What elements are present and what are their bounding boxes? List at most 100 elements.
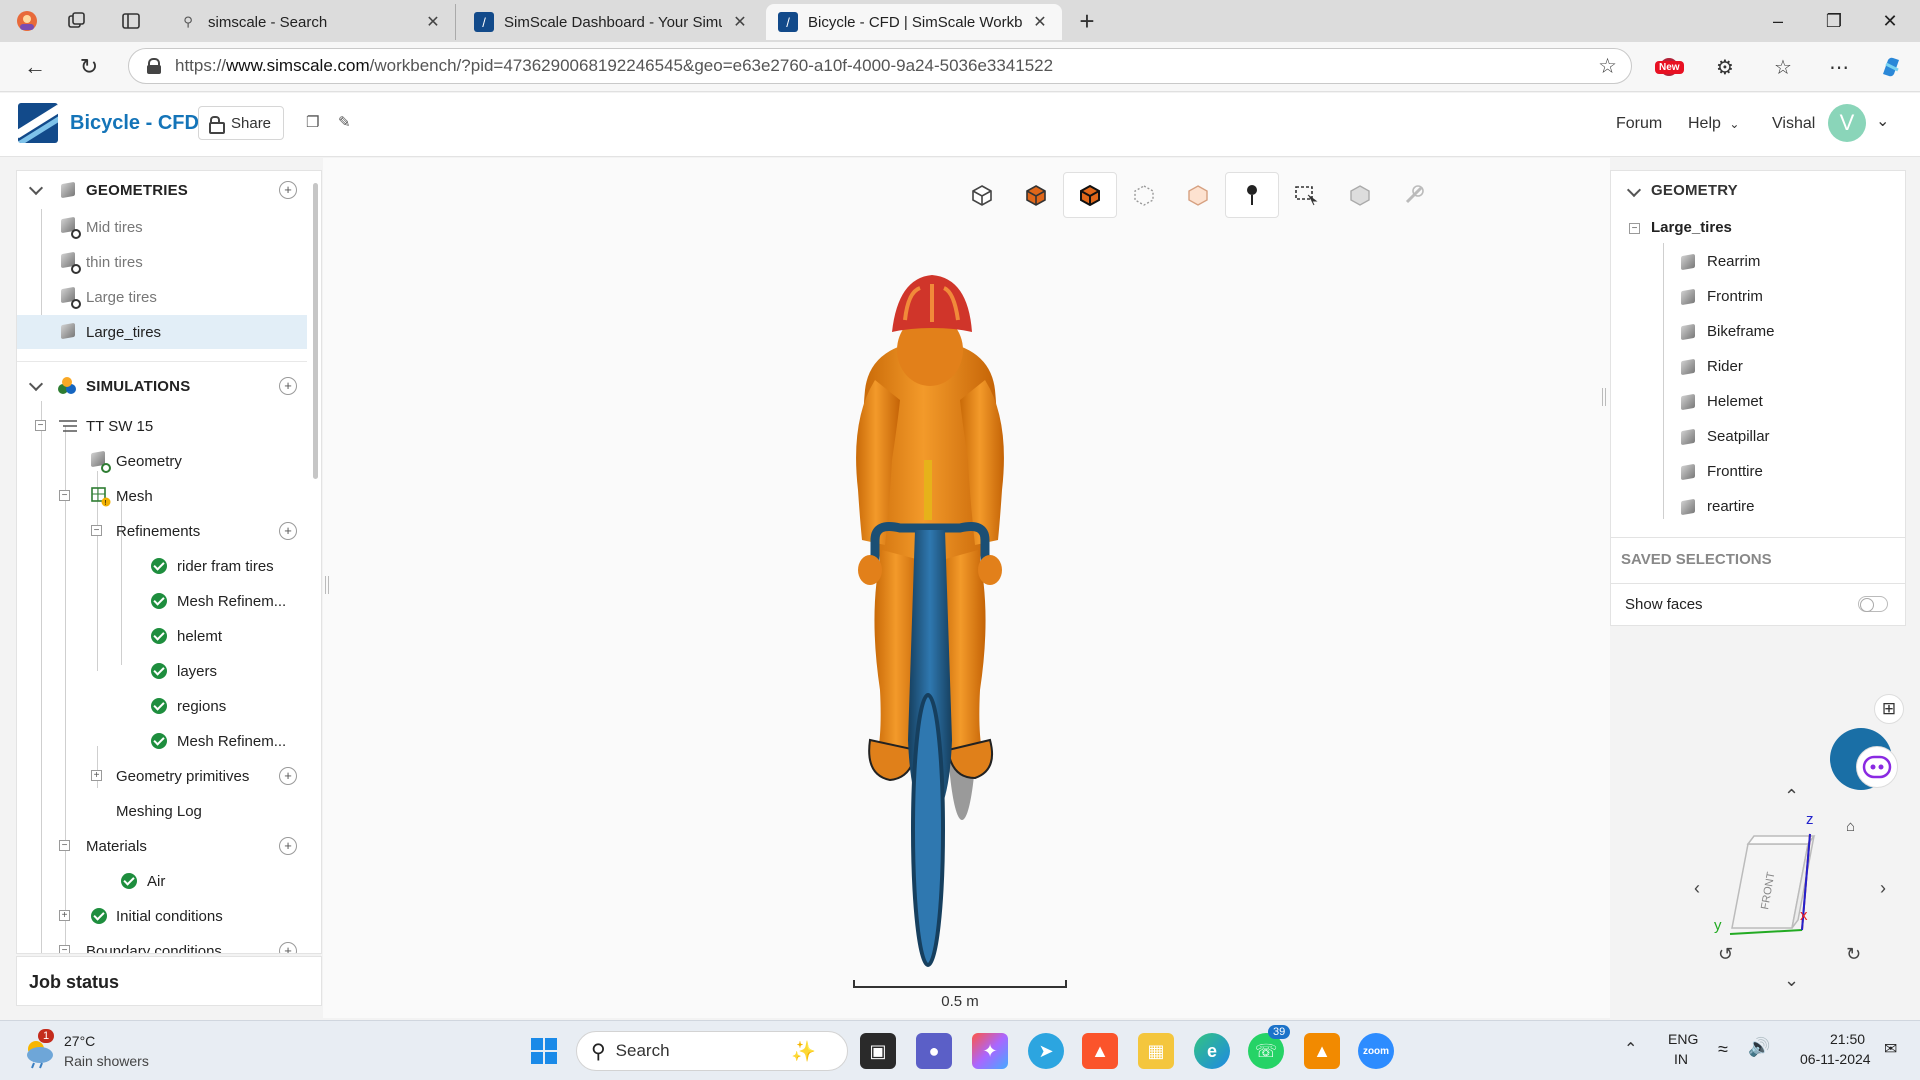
chevron-down-icon[interactable] bbox=[1626, 182, 1642, 198]
brave-icon[interactable]: ▲ bbox=[1082, 1033, 1118, 1069]
tree-item-refinements[interactable]: − Refinements + bbox=[17, 514, 307, 548]
wifi-icon[interactable]: ≈ bbox=[1718, 1039, 1728, 1060]
chevron-down-icon[interactable] bbox=[28, 376, 44, 392]
close-tab-icon[interactable]: ✕ bbox=[423, 12, 443, 32]
scrollbar-thumb[interactable] bbox=[313, 183, 318, 479]
wireframe-view-icon[interactable] bbox=[1117, 172, 1171, 218]
workspaces-icon[interactable] bbox=[64, 8, 90, 34]
rotate-up-icon[interactable]: ⌃ bbox=[1784, 786, 1799, 807]
cutting-plane-icon[interactable] bbox=[1387, 172, 1441, 218]
copy-icon[interactable]: ❐ bbox=[306, 113, 319, 131]
volume-icon[interactable]: 🔊 bbox=[1748, 1037, 1770, 1058]
left-panel-resize-handle[interactable] bbox=[325, 576, 329, 594]
reload-icon[interactable]: ↻ bbox=[74, 52, 104, 82]
home-view-icon[interactable]: ⌂ bbox=[1846, 818, 1855, 835]
solid-edges-view-icon[interactable] bbox=[1063, 172, 1117, 218]
windows-start-icon[interactable] bbox=[526, 1033, 562, 1069]
refinement-item[interactable]: Mesh Refinem... bbox=[17, 584, 307, 618]
back-icon[interactable]: ← bbox=[20, 52, 50, 82]
refinement-item[interactable]: Mesh Refinem... bbox=[17, 724, 307, 758]
collapse-toggle-icon[interactable]: − bbox=[1629, 223, 1640, 234]
chevron-down-icon[interactable] bbox=[28, 180, 44, 196]
language-line-2[interactable]: IN bbox=[1674, 1051, 1688, 1067]
refinement-item[interactable]: regions bbox=[17, 689, 307, 723]
clock-date[interactable]: 06-11-2024 bbox=[1800, 1051, 1871, 1067]
tab-dashboard[interactable]: / SimScale Dashboard - Your Simula ✕ bbox=[462, 4, 762, 40]
minimize-icon[interactable]: – bbox=[1758, 6, 1798, 36]
refinement-item[interactable]: helemt bbox=[17, 619, 307, 653]
view-cube-icon[interactable] bbox=[955, 172, 1009, 218]
expand-toggle-icon[interactable]: + bbox=[91, 770, 102, 781]
tab-workbench[interactable]: / Bicycle - CFD | SimScale Workben ✕ bbox=[766, 4, 1062, 40]
telegram-icon[interactable]: ➤ bbox=[1028, 1033, 1064, 1069]
tree-item-meshing-log[interactable]: Meshing Log bbox=[17, 794, 307, 828]
refinement-item[interactable]: rider fram tires bbox=[17, 549, 307, 583]
close-window-icon[interactable]: ✕ bbox=[1870, 6, 1910, 36]
clock-time[interactable]: 21:50 bbox=[1830, 1031, 1865, 1047]
tray-chevron-up-icon[interactable]: ⌃ bbox=[1624, 1039, 1637, 1059]
geometry-item[interactable]: Large tires bbox=[17, 280, 307, 314]
geometries-section-header[interactable]: GEOMETRIES + bbox=[17, 173, 307, 207]
add-simulation-button[interactable]: + bbox=[279, 377, 297, 395]
hide-parts-icon[interactable] bbox=[1333, 172, 1387, 218]
tree-item-initial-conditions[interactable]: + Initial conditions bbox=[17, 899, 307, 933]
show-faces-toggle[interactable] bbox=[1858, 596, 1888, 612]
tree-item-mesh[interactable]: − ! Mesh bbox=[17, 479, 307, 513]
copilot-app-icon[interactable]: ✦ bbox=[972, 1033, 1008, 1069]
user-menu-chevron-icon[interactable]: ⌄ bbox=[1876, 111, 1889, 131]
job-status-panel[interactable]: Job status bbox=[16, 956, 322, 1006]
add-primitive-button[interactable]: + bbox=[279, 767, 297, 785]
tree-item-boundary-conditions[interactable]: − Boundary conditions + bbox=[17, 934, 307, 953]
collapse-toggle-icon[interactable]: − bbox=[59, 945, 70, 953]
file-explorer-icon[interactable]: ▦ bbox=[1138, 1033, 1174, 1069]
refinement-item[interactable]: layers bbox=[17, 654, 307, 688]
user-name[interactable]: Vishal bbox=[1772, 115, 1815, 133]
geometry-item[interactable]: Mid tires bbox=[17, 210, 307, 244]
rotate-cw-icon[interactable]: ↻ bbox=[1846, 944, 1861, 965]
new-tab-icon[interactable]: + bbox=[1074, 6, 1100, 36]
close-tab-icon[interactable]: ✕ bbox=[730, 12, 750, 32]
favorite-star-icon[interactable]: ☆ bbox=[1598, 54, 1617, 79]
forum-link[interactable]: Forum bbox=[1616, 115, 1662, 133]
tab-search[interactable]: ⚲ simscale - Search ✕ bbox=[166, 4, 456, 40]
assembly-name[interactable]: Large_tires bbox=[1651, 219, 1732, 236]
simulation-item[interactable]: − TT SW 15 bbox=[17, 409, 307, 443]
favorites-icon[interactable]: ☆ bbox=[1768, 52, 1798, 82]
apps-grid-icon[interactable]: ⊞ bbox=[1874, 694, 1904, 724]
url-field[interactable]: https://www.simscale.com/workbench/?pid=… bbox=[128, 48, 1632, 84]
collapse-toggle-icon[interactable]: − bbox=[91, 525, 102, 536]
saved-selections-title[interactable]: SAVED SELECTIONS bbox=[1621, 551, 1772, 568]
edit-pencil-icon[interactable]: ✎ bbox=[338, 113, 351, 131]
rotate-right-icon[interactable]: › bbox=[1880, 878, 1886, 899]
task-view-icon[interactable]: ▣ bbox=[860, 1033, 896, 1069]
avatar[interactable]: V bbox=[1828, 104, 1866, 142]
chat-support-button[interactable] bbox=[1830, 728, 1898, 790]
material-item[interactable]: Air bbox=[17, 864, 307, 898]
transparent-view-icon[interactable] bbox=[1171, 172, 1225, 218]
edge-browser-icon[interactable]: e bbox=[1194, 1033, 1230, 1069]
taskbar-search[interactable]: ⚲ Search ✨ bbox=[576, 1031, 848, 1071]
simulations-section-header[interactable]: SIMULATIONS + bbox=[17, 369, 307, 403]
point-probe-icon[interactable] bbox=[1225, 172, 1279, 218]
restore-icon[interactable]: ❐ bbox=[1814, 6, 1854, 36]
add-refinement-button[interactable]: + bbox=[279, 522, 297, 540]
collapse-toggle-icon[interactable]: − bbox=[59, 490, 70, 501]
collapse-toggle-icon[interactable]: − bbox=[35, 420, 46, 431]
share-button[interactable]: Share bbox=[198, 106, 285, 140]
zoom-icon[interactable]: zoom bbox=[1358, 1033, 1394, 1069]
tree-item-materials[interactable]: − Materials + bbox=[17, 829, 307, 863]
box-select-icon[interactable] bbox=[1279, 172, 1333, 218]
tab-actions-icon[interactable] bbox=[118, 8, 144, 34]
tree-item-geometry[interactable]: Geometry bbox=[17, 444, 307, 478]
notifications-icon[interactable]: ✉ bbox=[1884, 1039, 1897, 1059]
vlc-icon[interactable]: ▲ bbox=[1304, 1033, 1340, 1069]
expand-toggle-icon[interactable]: + bbox=[59, 910, 70, 921]
add-boundary-condition-button[interactable]: + bbox=[279, 942, 297, 953]
bicycle-rider-model[interactable] bbox=[820, 270, 1080, 970]
copilot-icon[interactable] bbox=[1876, 52, 1906, 82]
extensions-icon[interactable]: ⚙ bbox=[1710, 52, 1740, 82]
rotate-down-icon[interactable]: ⌄ bbox=[1784, 970, 1799, 991]
solid-view-icon[interactable] bbox=[1009, 172, 1063, 218]
profile-icon[interactable] bbox=[14, 8, 40, 34]
navigation-cube[interactable]: FRONT x y z bbox=[1690, 810, 1840, 960]
